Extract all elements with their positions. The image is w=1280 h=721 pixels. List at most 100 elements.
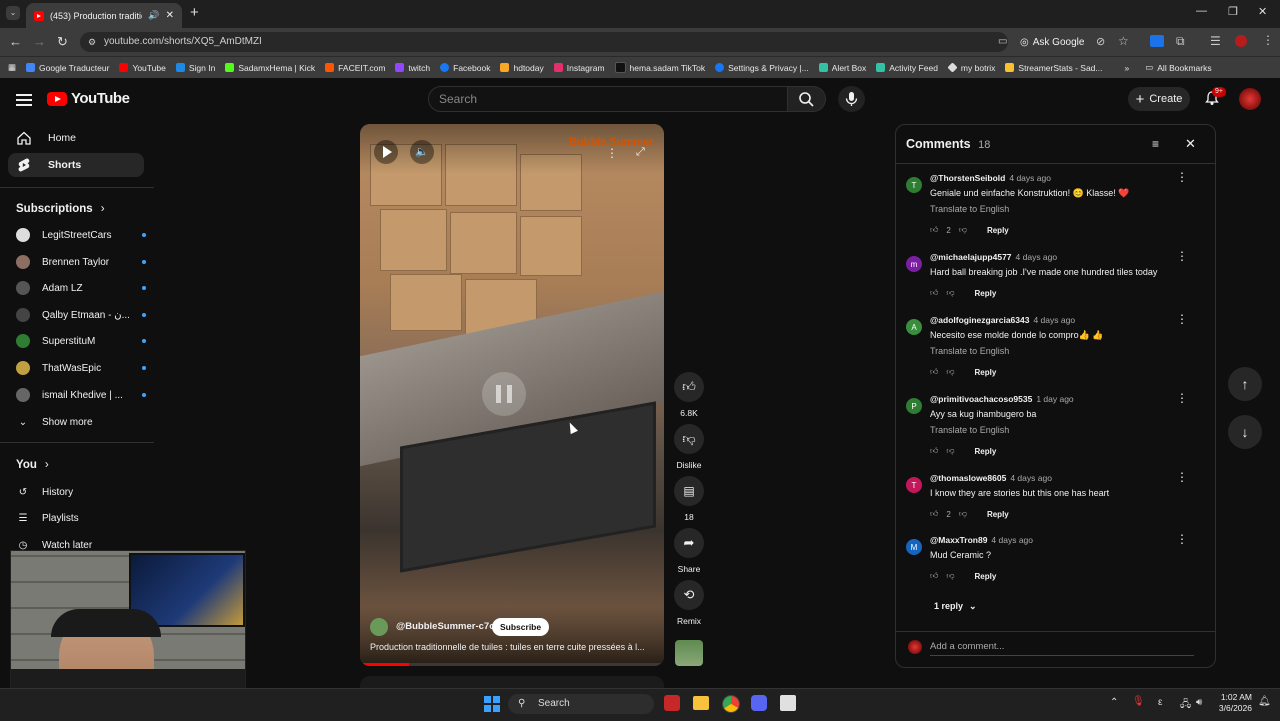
commenter-avatar[interactable]: m	[906, 256, 922, 272]
comment-menu-icon[interactable]: ⋮	[1176, 471, 1188, 483]
forward-icon[interactable]: →	[33, 34, 46, 49]
reply-button[interactable]: Reply	[987, 226, 1009, 235]
apps-grid-icon[interactable]: ▦	[8, 62, 16, 73]
thumbs-up-icon[interactable]: 👍︎	[930, 446, 938, 456]
next-short-button[interactable]: ↓	[1228, 415, 1262, 449]
bookmark-item[interactable]: SadamxHema | Kick	[225, 63, 315, 73]
all-bookmarks-button[interactable]: ▭ All Bookmarks	[1145, 62, 1211, 73]
bookmark-item[interactable]: FACEIT.com	[325, 63, 385, 73]
file-explorer-icon[interactable]	[693, 696, 709, 710]
search-input[interactable]: Search	[428, 86, 788, 112]
sidebar-item-history[interactable]: ↺ History	[16, 482, 146, 502]
subscription-item[interactable]: SuperstituM	[16, 331, 146, 351]
thumbs-down-icon[interactable]: 👎︎	[946, 571, 954, 581]
bookmark-item[interactable]: Facebook	[440, 63, 490, 73]
channel-name[interactable]: @BubbleSummer-c7o	[396, 621, 495, 632]
ask-google-button[interactable]: ◎ Ask Google	[1020, 33, 1084, 51]
tab-close-icon[interactable]: ✕	[166, 10, 174, 21]
commenter-avatar[interactable]: T	[906, 177, 922, 193]
bookmark-item[interactable]: hema.sadam TikTok	[614, 62, 705, 73]
you-header[interactable]: You ›	[16, 459, 49, 471]
taskbar-search[interactable]: ⚲ Search	[508, 694, 654, 714]
commenter-name[interactable]: @michaelajupp4577 4 days ago	[930, 252, 1057, 262]
commenter-name[interactable]: @thomaslowe8605 4 days ago	[930, 473, 1052, 483]
shorts-video-player[interactable]: 🔈 Bubble Summer ⋮ ⤢ @BubbleSummer-c7o Su…	[360, 124, 664, 666]
reply-button[interactable]: Reply	[975, 368, 997, 377]
thumbs-up-icon[interactable]: 👍︎	[930, 509, 938, 519]
translate-link[interactable]: Translate to English	[930, 425, 1009, 435]
subscription-item[interactable]: ThatWasEpic	[16, 358, 146, 378]
fullscreen-icon[interactable]: ⤢	[636, 146, 645, 159]
comment-menu-icon[interactable]: ⋮	[1176, 533, 1188, 545]
window-close-icon[interactable]: ✕	[1258, 5, 1267, 18]
volume-button[interactable]: 🔈	[410, 140, 434, 164]
bookmark-item[interactable]: StreamerStats - Sad...	[1005, 63, 1103, 73]
commenter-avatar[interactable]: M	[906, 539, 922, 555]
search-button[interactable]	[788, 86, 826, 112]
sidebar-item-home[interactable]: Home	[8, 126, 144, 150]
commenter-avatar[interactable]: T	[906, 477, 922, 493]
reload-icon[interactable]: ↻	[57, 34, 68, 50]
play-button[interactable]	[374, 140, 398, 164]
sound-thumbnail[interactable]	[675, 640, 703, 666]
channel-avatar[interactable]	[370, 618, 388, 636]
translate-link[interactable]: Translate to English	[930, 346, 1009, 356]
site-info-icon[interactable]: ⚙	[88, 32, 96, 52]
subscription-item[interactable]: LegitStreetCars	[16, 225, 146, 245]
thumbs-up-icon[interactable]: 👍︎	[930, 571, 938, 581]
calendar-app-icon[interactable]	[664, 695, 680, 711]
discord-icon[interactable]	[751, 695, 767, 711]
microphone-tray-icon[interactable]: 🎙︎	[1132, 696, 1145, 707]
sidebar-item-shorts[interactable]: Shorts	[8, 153, 144, 177]
video-title[interactable]: Production traditionnelle de tuiles : tu…	[370, 642, 656, 652]
notification-center-icon[interactable]: 🔔︎	[1258, 696, 1271, 707]
more-options-icon[interactable]: ⋮	[606, 146, 618, 160]
reply-button[interactable]: Reply	[987, 510, 1009, 519]
bookmark-item[interactable]: twitch	[395, 63, 430, 73]
bookmark-item[interactable]: Google Traducteur	[26, 63, 109, 73]
subscriptions-header[interactable]: Subscriptions ›	[16, 203, 105, 215]
chrome-menu-icon[interactable]: ⋮	[1262, 33, 1274, 47]
notifications-button[interactable]: 9+	[1204, 87, 1226, 106]
bookmark-item[interactable]: Sign In	[175, 63, 215, 73]
windows-start-icon[interactable]	[484, 696, 500, 712]
commenter-name[interactable]: @primitivoachacoso9535 1 day ago	[930, 394, 1074, 404]
view-replies-button[interactable]: 1 reply ⌄	[934, 601, 977, 612]
commenter-avatar[interactable]: A	[906, 319, 922, 335]
bookmark-item[interactable]: Activity Feed	[876, 63, 938, 73]
share-button[interactable]: ➦ Share	[674, 528, 704, 574]
more-bookmarks-icon[interactable]: »	[1125, 63, 1130, 73]
comments-button[interactable]: ▤ 18	[674, 476, 704, 522]
restore-icon[interactable]: ❐	[1228, 5, 1238, 18]
comment-menu-icon[interactable]: ⋮	[1176, 250, 1188, 262]
thumbs-down-icon[interactable]: 👎︎	[959, 225, 967, 235]
thumbs-up-icon[interactable]: 👍︎	[930, 225, 938, 235]
subscription-item[interactable]: Adam LZ	[16, 278, 146, 298]
sort-icon[interactable]: ≡	[1152, 137, 1159, 151]
pause-overlay[interactable]	[482, 372, 526, 416]
comment-menu-icon[interactable]: ⋮	[1176, 392, 1188, 404]
minimize-icon[interactable]: —	[1196, 5, 1207, 17]
youtube-logo[interactable]: YouTube	[47, 90, 130, 107]
subscription-item[interactable]: ismail Khedive | ...	[16, 385, 146, 405]
thumbs-down-icon[interactable]: 👎︎	[946, 367, 954, 377]
comment-menu-icon[interactable]: ⋮	[1176, 171, 1188, 183]
commenter-name[interactable]: @MaxxTron89 4 days ago	[930, 535, 1033, 545]
thumbs-up-icon[interactable]: 👍︎	[930, 367, 938, 377]
add-comment-input[interactable]: Add a comment...	[930, 641, 1194, 656]
voice-search-button[interactable]	[838, 86, 865, 112]
create-button[interactable]: + Create	[1128, 87, 1190, 111]
input-language[interactable]: ε	[1158, 697, 1162, 708]
tray-chevron-icon[interactable]: ⌃	[1110, 697, 1118, 708]
bookmark-item[interactable]: Instagram	[553, 63, 605, 73]
close-icon[interactable]: ✕	[1185, 136, 1196, 152]
like-button[interactable]: 👍︎ 6.8K	[674, 372, 704, 418]
thumbs-up-icon[interactable]: 👍︎	[930, 288, 938, 298]
thumbs-down-icon[interactable]: 👎︎	[946, 288, 954, 298]
show-more-button[interactable]: ⌄ Show more	[16, 412, 146, 432]
progress-track[interactable]	[360, 663, 664, 666]
bookmark-item[interactable]: Settings & Privacy |...	[715, 63, 809, 73]
subscription-item[interactable]: Qalby Etmaan - ن...	[16, 305, 146, 325]
new-tab-icon[interactable]: +	[190, 4, 199, 21]
commenter-name[interactable]: @adolfoginezgarcia6343 4 days ago	[930, 315, 1075, 325]
